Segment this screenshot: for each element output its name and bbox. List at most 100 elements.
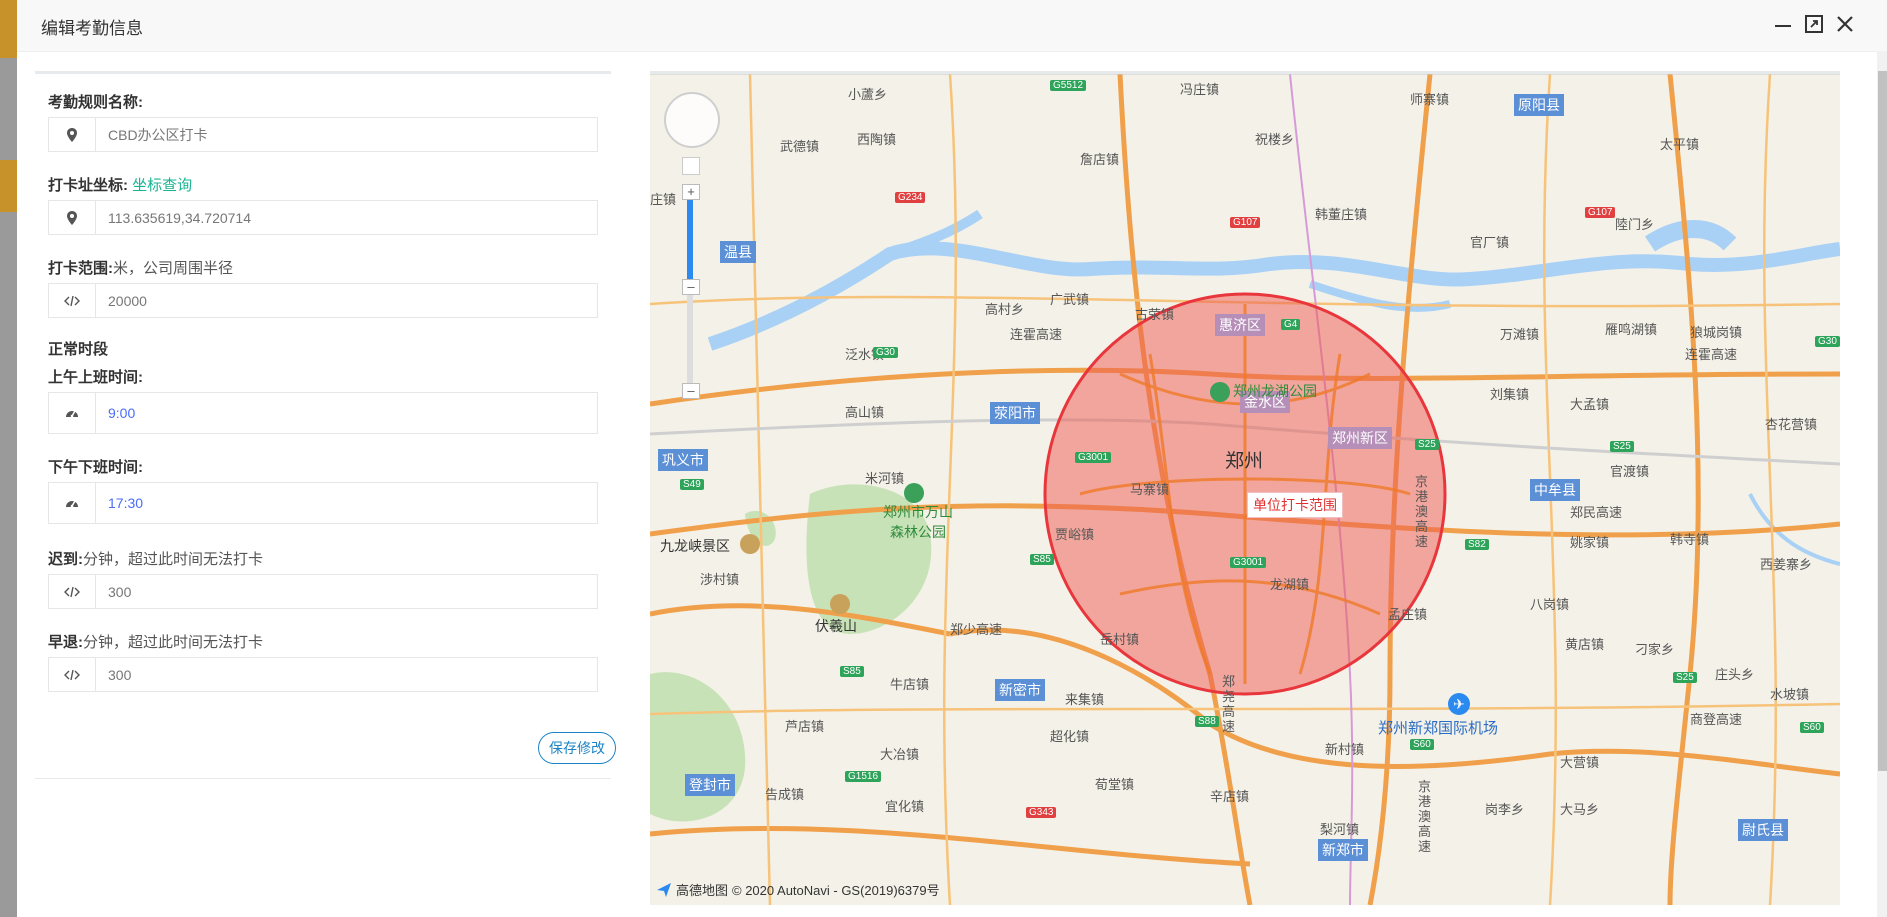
road-badge: S25 [1415, 439, 1439, 450]
zhengzhou-label: 郑州 [1225, 451, 1264, 472]
road-badge: G107 [1585, 207, 1616, 218]
place-label: 连霍高速 [1685, 347, 1738, 362]
place-label: 高村乡 [985, 302, 1025, 317]
place-label: 大马乡 [1560, 802, 1600, 817]
road-badge: G234 [895, 192, 926, 203]
place-label: 大冶镇 [880, 747, 920, 762]
afternoon-time-input[interactable]: 17:30 [96, 482, 598, 524]
map-view[interactable]: + – – 原阳县 温县 荥阳市 巩义市 中牟县 新密市 登封市 新郑市 尉氏县… [650, 71, 1840, 905]
place-label: 牛店镇 [890, 677, 930, 692]
road-badge: S60 [1800, 722, 1824, 733]
road-badge: G4 [1281, 319, 1301, 330]
road-badge: G3001 [1075, 452, 1112, 463]
place-label: 告成镇 [765, 787, 805, 802]
road-badge: S85 [840, 666, 864, 677]
dialog-title: 编辑考勤信息 [41, 19, 143, 38]
locate-button[interactable] [682, 157, 700, 175]
zoom-out-button[interactable]: – [682, 383, 700, 399]
map-marker-icon [48, 117, 96, 152]
city-label: 新密市 [995, 679, 1045, 701]
place-label: 商登高速 [1690, 712, 1743, 727]
late-group: 300 [48, 574, 598, 609]
place-label: 孟庄镇 [1388, 607, 1428, 622]
rule-name-input[interactable]: CBD办公区打卡 [96, 117, 598, 152]
zoom-in-button[interactable]: + [682, 184, 700, 200]
code-icon [48, 283, 96, 318]
morning-label: 上午上班时间: [48, 369, 143, 386]
place-label: 新村镇 [1325, 742, 1365, 757]
scenic-icon [740, 534, 760, 554]
rule-name-label: 考勤规则名称: [48, 94, 143, 111]
rule-name-group: CBD办公区打卡 [48, 117, 598, 152]
district-label: 郑州新区 [1328, 427, 1392, 449]
range-group: 20000 [48, 283, 598, 318]
scenic-icon [830, 594, 850, 614]
normal-period-title: 正常时段 [48, 341, 109, 358]
code-icon [48, 574, 96, 609]
airport-icon: ✈ [1448, 693, 1470, 715]
coords-label: 打卡址坐标: 坐标查询 [48, 177, 193, 194]
place-label: 水坡镇 [1770, 687, 1810, 702]
city-label: 原阳县 [1514, 94, 1564, 116]
zoom-handle[interactable]: – [682, 279, 700, 295]
place-label: 雁鸣湖镇 [1605, 322, 1658, 337]
dashboard-icon [48, 482, 96, 524]
place-label: 韩董庄镇 [1315, 207, 1368, 222]
place-label: 八岗镇 [1530, 597, 1570, 612]
park-icon [904, 483, 924, 503]
range-input[interactable]: 20000 [96, 283, 598, 318]
place-label: 刁家乡 [1635, 642, 1675, 657]
map-base [650, 74, 1840, 905]
maximize-icon[interactable] [1803, 13, 1825, 35]
place-label: 涉村镇 [700, 572, 740, 587]
vertical-road-label: 京港澳高速 [1415, 474, 1429, 549]
place-label: 宜化镇 [885, 799, 925, 814]
place-label: 西陶镇 [857, 132, 897, 147]
place-label: 官渡镇 [1610, 464, 1650, 479]
early-input[interactable]: 300 [96, 657, 598, 692]
place-label: 师寨镇 [1410, 92, 1450, 107]
early-group: 300 [48, 657, 598, 692]
city-label: 荥阳市 [990, 402, 1040, 424]
morning-group: 9:00 [48, 392, 598, 434]
late-input[interactable]: 300 [96, 574, 598, 609]
save-button[interactable]: 保存修改 [538, 732, 616, 764]
park-icon [1210, 382, 1230, 402]
background-strip [0, 0, 18, 58]
place-label: 岳村镇 [1100, 632, 1140, 647]
place-label: 广武镇 [1050, 292, 1090, 307]
dashboard-icon [48, 392, 96, 434]
attendance-form: 考勤规则名称: CBD办公区打卡 打卡址坐标: 坐标查询 113.635619,… [35, 71, 616, 779]
morning-time-input[interactable]: 9:00 [96, 392, 598, 434]
place-label: 万滩镇 [1500, 327, 1540, 342]
city-label: 新郑市 [1318, 839, 1368, 861]
place-label: 来集镇 [1065, 692, 1105, 707]
coords-input[interactable]: 113.635619,34.720714 [96, 200, 598, 235]
place-label: 韩寺镇 [1670, 532, 1710, 547]
place-label: 辛店镇 [1210, 789, 1250, 804]
map-copyright: © 2020 AutoNavi - GS(2019)6379号 [732, 883, 940, 898]
coords-query-link[interactable]: 坐标查询 [132, 177, 192, 194]
place-label: 庄头乡 [1715, 667, 1755, 682]
road-badge: G30 [1815, 336, 1840, 347]
place-label: 高山镇 [845, 405, 885, 420]
airport-label: 郑州新郑国际机场 [1378, 720, 1499, 737]
dialog-scrollbar-thumb[interactable] [1878, 71, 1887, 771]
place-label: 祝楼乡 [1255, 132, 1295, 147]
place-label: 官厂镇 [1470, 235, 1510, 250]
range-label: 打卡范围:米，公司周围半径 [48, 260, 234, 277]
road-badge: S85 [1030, 554, 1054, 565]
code-icon [48, 657, 96, 692]
place-label: 大孟镇 [1570, 397, 1610, 412]
city-label: 温县 [720, 241, 756, 263]
place-label: 连霍高速 [1010, 327, 1063, 342]
pan-control[interactable] [664, 92, 720, 148]
place-label: 庄镇 [650, 192, 677, 207]
place-label: 陸门乡 [1615, 217, 1655, 232]
road-badge: S88 [1195, 716, 1219, 727]
place-label: 龙湖镇 [1270, 577, 1310, 592]
minimize-icon[interactable] [1772, 13, 1794, 35]
close-icon[interactable] [1834, 13, 1856, 35]
road-badge: G343 [1026, 807, 1057, 818]
place-label: 姚家镇 [1570, 535, 1610, 550]
